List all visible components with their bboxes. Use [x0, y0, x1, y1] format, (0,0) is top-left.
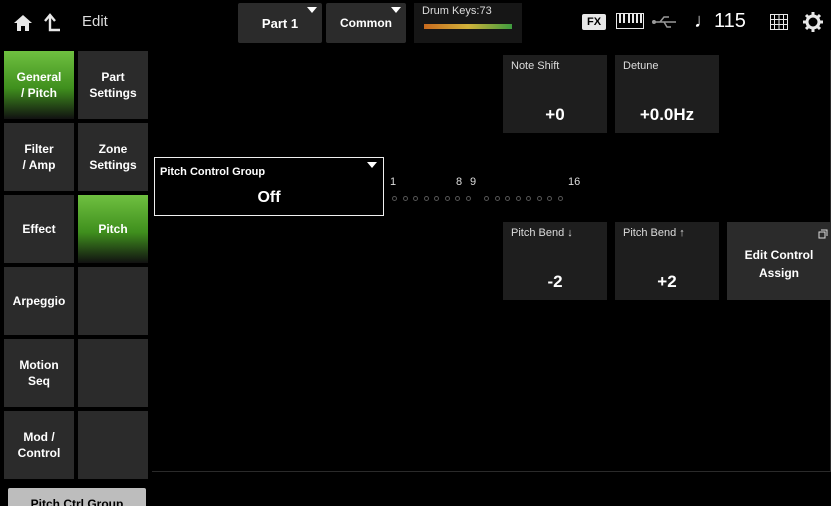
link-icon [818, 226, 828, 244]
part-indicator-dot [434, 196, 439, 201]
part-indicator-label: 9 [470, 176, 477, 188]
part-indicator-dot [547, 196, 552, 201]
edit-control-assign-label: Edit Control Assign [744, 248, 814, 280]
pitch-bend-down-param[interactable]: Pitch Bend ↓ -2 [503, 222, 607, 300]
fx-badge[interactable]: FX [582, 14, 606, 30]
level-meter [424, 24, 512, 29]
part-indicator-label: 8 [456, 176, 463, 188]
detune-value: +0.0Hz [639, 105, 695, 124]
pitch-bend-up-param[interactable]: Pitch Bend ↑ +2 [615, 222, 719, 300]
part-indicator-dot [515, 196, 521, 201]
part-indicator-dot [392, 196, 397, 201]
tab-label: Mod / Control [17, 429, 61, 460]
pitch-bend-down-label: Pitch Bend ↓ [511, 227, 573, 239]
tab-effect[interactable]: Effect [4, 195, 74, 263]
part-indicator: 1 8 9 16 [390, 172, 600, 212]
pitch-bend-up-label: Pitch Bend ↑ [623, 227, 685, 239]
drum-keys-label: Drum Keys:73 [422, 5, 492, 17]
tab-label: General / Pitch [16, 69, 62, 100]
edit-control-assign-button[interactable]: Edit Control Assign [727, 222, 831, 300]
tab-zone-settings[interactable]: Zone Settings [78, 123, 148, 191]
tab-pitch[interactable]: Pitch [78, 195, 148, 263]
note-shift-label: Note Shift [511, 60, 560, 72]
keyboard-icon [616, 13, 644, 34]
tab-mod-control[interactable]: Mod / Control [4, 411, 74, 479]
part-indicator-dot [526, 196, 531, 201]
part-indicator-dot [444, 196, 450, 201]
part-label: Part 1 [261, 15, 299, 31]
dropdown-arrow-icon [367, 162, 377, 168]
pitch-bend-up-value: +2 [657, 272, 677, 291]
tab-label: Effect [22, 221, 56, 236]
detune-param[interactable]: Detune +0.0Hz [615, 55, 719, 133]
tempo-display[interactable]: ♩115 [694, 10, 746, 33]
part-indicator-dot [455, 196, 460, 201]
edit-title: Edit [82, 13, 108, 30]
tab-label: Motion Seq [19, 357, 59, 388]
pitch-bend-down-value: -2 [547, 272, 563, 291]
part-indicator-dot [536, 196, 542, 201]
tab-part-settings[interactable]: Part Settings [78, 51, 148, 119]
tab-general-pitch[interactable]: General / Pitch [4, 51, 74, 119]
tab-motion-seq[interactable]: Motion Seq [4, 339, 74, 407]
part-indicator-label: 1 [390, 176, 397, 188]
pitch-control-group-label: Pitch Control Group [160, 166, 266, 178]
part-indicator-dot [557, 196, 563, 201]
gear-icon[interactable] [803, 12, 823, 37]
pitch-control-group-value: Off [257, 189, 281, 206]
grid-icon[interactable] [770, 14, 788, 35]
tab-empty [78, 339, 148, 407]
up-arrow-icon[interactable] [42, 12, 64, 34]
usb-icon [652, 15, 678, 34]
tab-filter-amp[interactable]: Filter / Amp [4, 123, 74, 191]
part-indicator-dot [413, 196, 418, 201]
tab-empty [78, 411, 148, 479]
part-indicator-dot [484, 196, 489, 201]
tab-label: Pitch [98, 221, 128, 236]
tab-empty [78, 267, 148, 335]
note-shift-param[interactable]: Note Shift +0 [503, 55, 607, 133]
tab-label: Part Settings [89, 69, 137, 100]
home-icon[interactable] [12, 12, 34, 34]
tab-arpeggio[interactable]: Arpeggio [4, 267, 74, 335]
drum-keys-indicator[interactable]: Drum Keys:73 [414, 3, 522, 43]
common-button[interactable]: Common [326, 3, 406, 43]
part-select-button[interactable]: Part 1 [238, 3, 322, 43]
tab-label: Arpeggio [12, 293, 66, 308]
part-indicator-dot [402, 196, 408, 201]
tab-label: Filter / Amp [22, 141, 56, 172]
part-indicator-dot [494, 196, 500, 201]
part-indicator-dot [465, 196, 471, 201]
top-bar: Edit Part 1 Common Drum Keys:73 FX ♩115 [0, 0, 831, 46]
pitch-control-group-select[interactable]: Pitch Control Group Off [154, 157, 384, 216]
note-shift-value: +0 [545, 105, 565, 124]
tab-label: Zone Settings [89, 141, 137, 172]
part-indicator-dot [505, 196, 510, 201]
pitch-ctrl-group-tab[interactable]: Pitch Ctrl Group [8, 488, 146, 506]
common-label: Common [340, 16, 392, 30]
part-indicator-label: 16 [568, 176, 581, 188]
dropdown-arrow-icon [391, 7, 401, 13]
detune-label: Detune [623, 60, 659, 72]
part-indicator-dot [423, 196, 429, 201]
dropdown-arrow-icon [307, 7, 317, 13]
